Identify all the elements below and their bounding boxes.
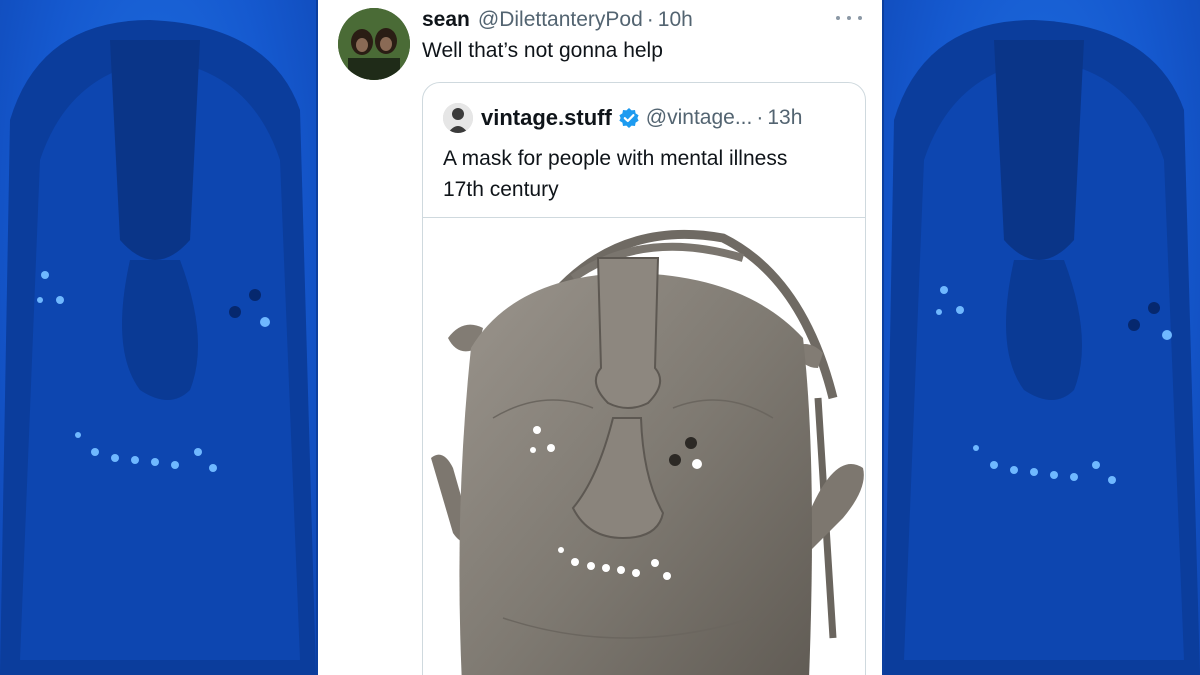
more-dot <box>858 16 862 20</box>
tweet-timestamp[interactable]: 10h <box>658 8 693 32</box>
author-handle[interactable]: @DilettanteryPod <box>478 8 643 32</box>
more-horizontal-icon[interactable] <box>836 10 862 26</box>
right-mask-image <box>884 0 1200 675</box>
quoted-author-handle[interactable]: @vintage... <box>646 106 753 130</box>
avatar-image <box>338 8 410 80</box>
quoted-tweet-header: vintage.stuff @vintage... · 13h <box>443 103 802 133</box>
quoted-header-separator: · <box>756 106 764 129</box>
quoted-text-line-2: 17th century <box>443 178 559 201</box>
mask-silhouette-left <box>0 20 316 675</box>
mask-silhouette-right <box>884 20 1200 675</box>
quoted-tweet[interactable]: vintage.stuff @vintage... · 13h A mask f… <box>422 82 866 675</box>
tweet-header: sean @DilettanteryPod · 10h <box>422 6 693 34</box>
quoted-author-avatar[interactable] <box>443 103 473 133</box>
author-name[interactable]: sean <box>422 8 470 32</box>
tweet-card[interactable]: sean @DilettanteryPod · 10h Well that’s … <box>316 0 884 675</box>
more-dot <box>836 16 840 20</box>
quoted-avatar-image <box>443 103 473 133</box>
quoted-text-line-1: A mask for people with mental illness <box>443 147 788 170</box>
quoted-tweet-media[interactable] <box>423 217 865 675</box>
header-separator: · <box>646 8 654 31</box>
more-dot <box>847 16 851 20</box>
mask-photo <box>423 218 865 675</box>
quoted-author-name[interactable]: vintage.stuff <box>481 105 612 131</box>
quoted-tweet-timestamp[interactable]: 13h <box>767 106 802 130</box>
left-mask-image <box>0 0 316 675</box>
quoted-tweet-text: A mask for people with mental illness 17… <box>443 143 787 205</box>
verified-badge-icon <box>618 107 640 129</box>
author-avatar[interactable] <box>338 8 410 80</box>
tweet-text: Well that’s not gonna help <box>422 39 663 62</box>
